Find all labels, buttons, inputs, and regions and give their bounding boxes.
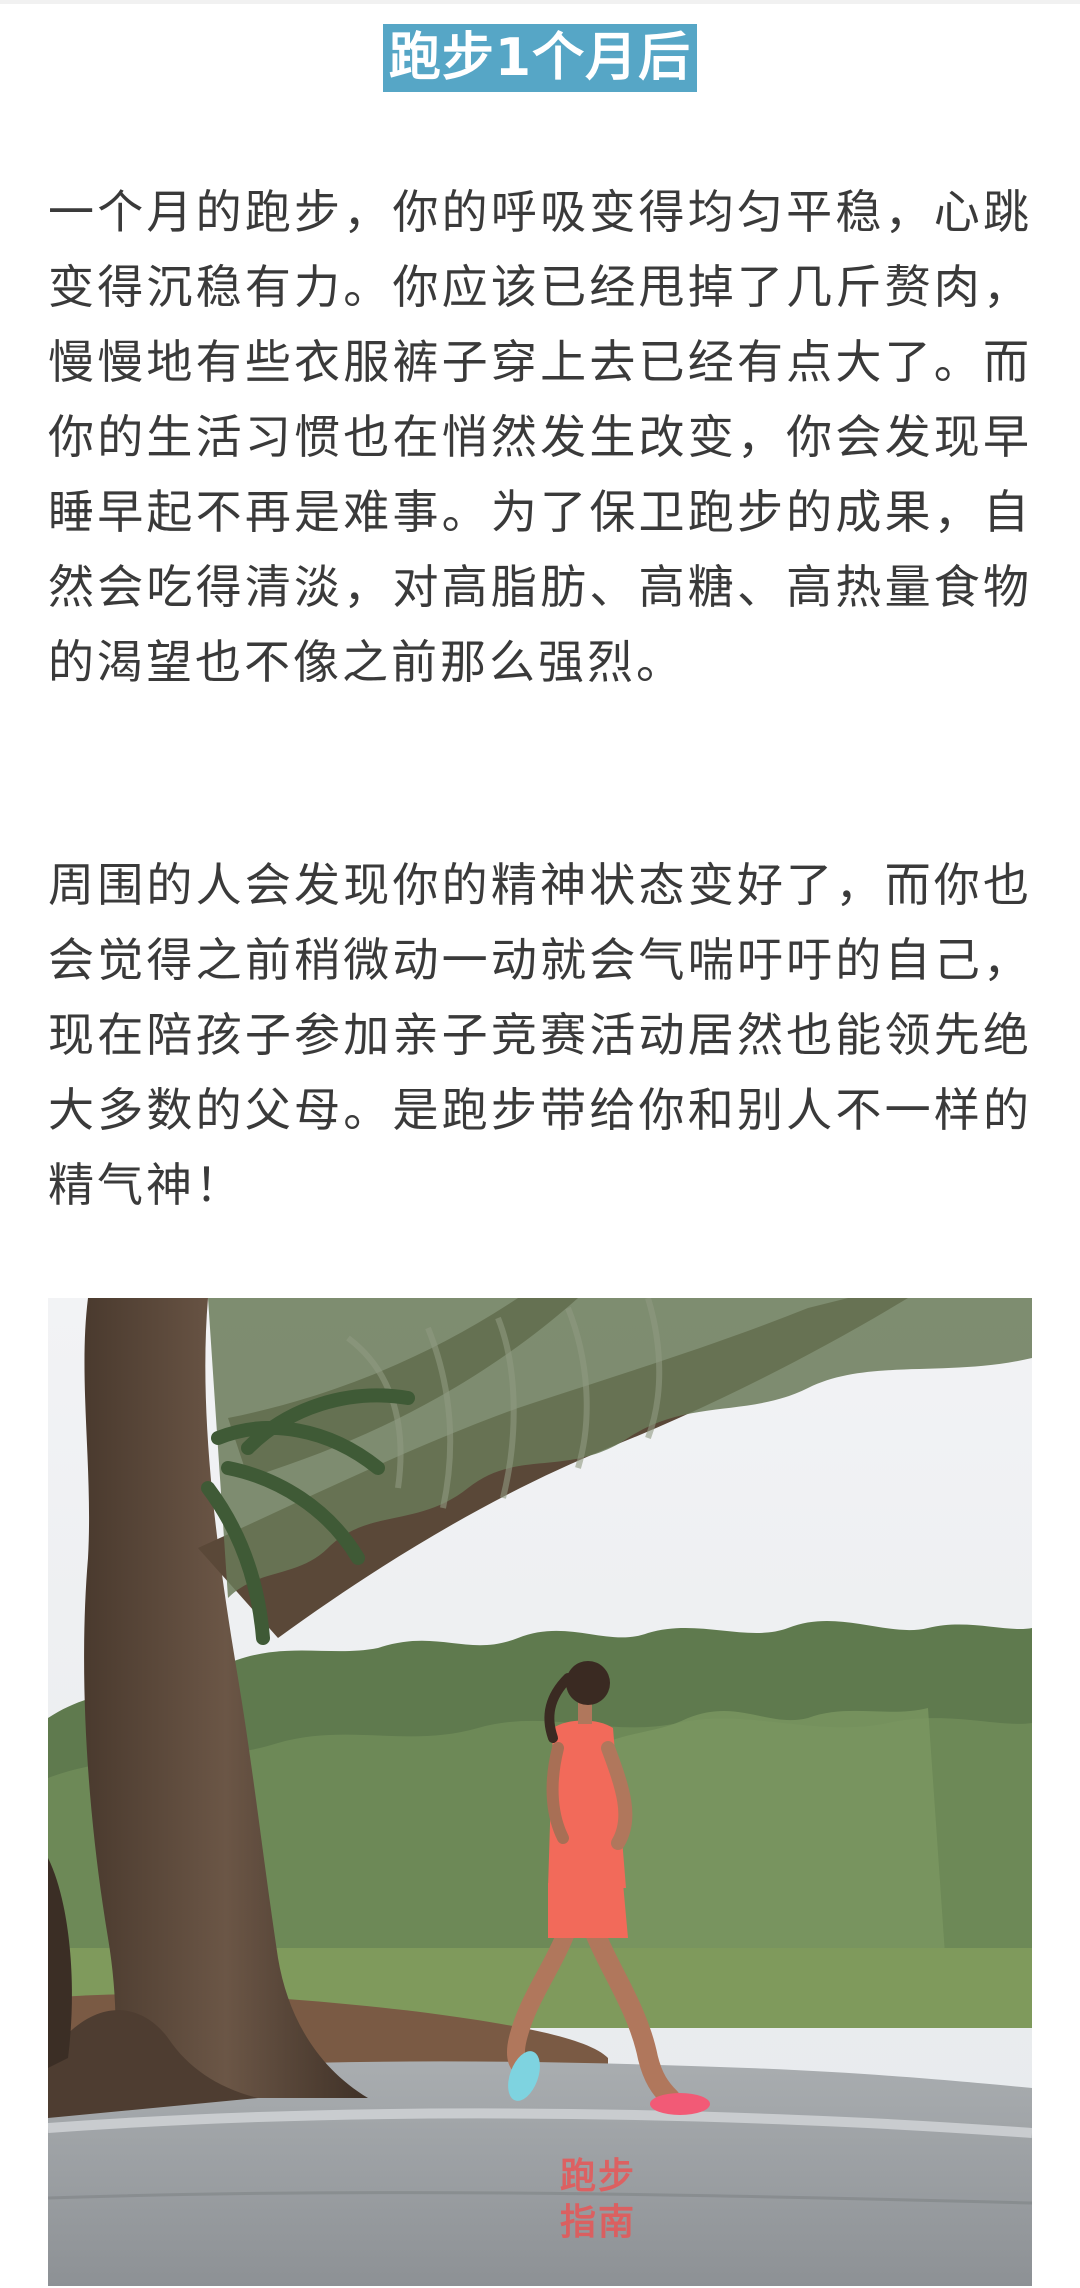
article-photo: 跑步 指南	[48, 1298, 1032, 2286]
article-paragraph: 周围的人会发现你的精神状态变好了，而你也会觉得之前稍微动一动就会气喘吁吁的自己，…	[48, 858, 1032, 1212]
section-heading-container: 跑步1个月后	[0, 24, 1080, 92]
runner-under-oak-image	[48, 1298, 1032, 2286]
watermark-line: 跑步	[559, 2156, 636, 2197]
watermark-line: 指南	[559, 2202, 636, 2243]
watermark-logo: 跑步 指南	[548, 2154, 648, 2246]
article-paragraph: 一个月的跑步，你的呼吸变得均匀平稳，心跳变得沉稳有力。你应该已经甩掉了几斤赘肉，…	[48, 185, 1032, 689]
section-heading: 跑步1个月后	[382, 24, 698, 92]
top-divider	[0, 0, 1080, 4]
